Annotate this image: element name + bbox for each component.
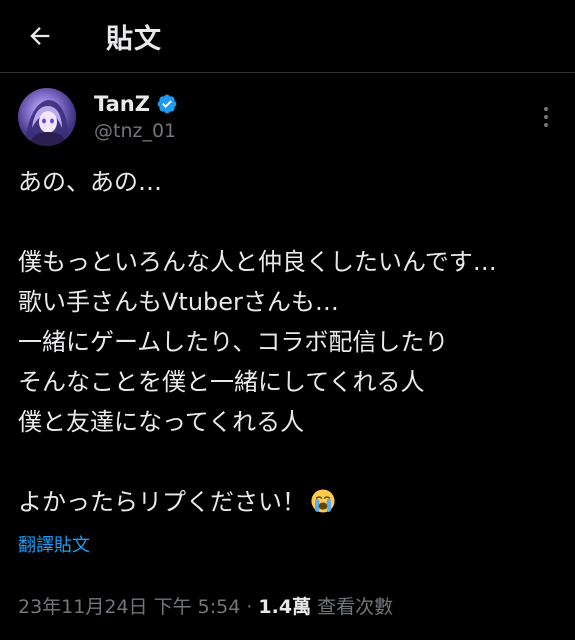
post-meta: 23年11月24日 下午 5:54 · 1.4萬 查看次數	[18, 592, 393, 619]
post-line: 僕もっといろんな人と仲良くしたいんです…	[18, 248, 497, 276]
post-author: TanZ @tnz_01	[18, 88, 558, 148]
post-line: 僕と友達になってくれる人	[18, 408, 305, 436]
display-name-row: TanZ	[94, 92, 178, 116]
translate-post-link[interactable]: 翻譯貼文	[18, 531, 90, 557]
display-name[interactable]: TanZ	[94, 92, 150, 116]
post-text: あの、あの… 僕もっといろんな人と仲良くしたいんです… 歌い手さんもVtuber…	[18, 162, 558, 522]
views-label: 查看次數	[311, 596, 394, 618]
loudly-crying-face-emoji-icon	[311, 489, 335, 513]
views-count: 1.4萬	[258, 596, 312, 618]
post-line: よかったらリプください！	[18, 488, 306, 516]
back-button[interactable]	[22, 18, 58, 54]
page-title: 貼文	[106, 24, 162, 55]
more-dot-icon	[544, 123, 548, 127]
post-timestamp[interactable]: 23年11月24日 下午 5:54	[18, 596, 240, 618]
post-line: あの、あの…	[18, 168, 162, 196]
page-header: 貼文	[0, 0, 575, 73]
arrow-left-icon	[30, 27, 50, 45]
more-dot-icon	[544, 115, 548, 119]
post-line: 一緒にゲームしたり、コラボ配信したり	[18, 328, 449, 356]
post-blank-line	[18, 202, 558, 242]
post-line: そんなことを僕と一緒にしてくれる人	[18, 368, 425, 396]
more-dot-icon	[544, 107, 548, 111]
post-last-line: よかったらリプください！	[18, 482, 558, 522]
more-options-button[interactable]	[534, 102, 558, 132]
avatar[interactable]	[18, 88, 76, 146]
user-handle[interactable]: @tnz_01	[94, 120, 176, 142]
avatar-illustration	[26, 100, 68, 146]
meta-separator: ·	[240, 596, 259, 618]
verified-badge-icon	[157, 94, 177, 114]
post-line: 歌い手さんもVtuberさんも…	[18, 288, 339, 316]
post-blank-line	[18, 442, 558, 482]
